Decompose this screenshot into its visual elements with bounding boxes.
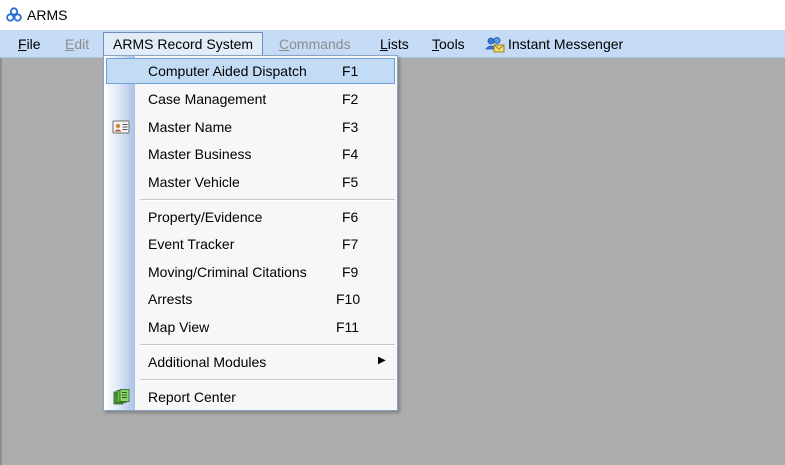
menu-edit[interactable]: Edit [56, 32, 98, 56]
menu-item-label: Case Management [148, 91, 267, 107]
menu-file-mnemonic: F [18, 36, 27, 52]
menu-item-computer-aided-dispatch[interactable]: Computer Aided Dispatch F1 [106, 58, 395, 84]
menu-separator [140, 199, 395, 201]
menu-item-label: Computer Aided Dispatch [148, 63, 307, 79]
menu-item-arrests[interactable]: Arrests F10 [106, 286, 395, 312]
title-bar: ARMS [0, 0, 785, 30]
menu-item-shortcut: F6 [342, 209, 359, 225]
menu-item-label: Master Name [148, 119, 233, 135]
menu-separator [140, 344, 395, 346]
menu-item-label: Master Business [148, 146, 252, 162]
menu-lists-label: ists [387, 36, 409, 52]
arms-record-system-dropdown: Computer Aided Dispatch F1 Case Manageme… [103, 55, 398, 411]
menu-item-case-management[interactable]: Case Management F2 [106, 86, 395, 112]
menu-item-shortcut: F9 [342, 264, 359, 280]
menu-item-label: Arrests [148, 291, 193, 307]
menu-lists[interactable]: Lists [371, 32, 418, 56]
menu-instant-messenger-label: Instant Messenger [508, 36, 624, 52]
messenger-icon [485, 37, 505, 53]
menu-item-additional-modules[interactable]: Additional Modules ▶ [106, 349, 395, 375]
menu-item-master-name[interactable]: Master Name F3 [106, 114, 395, 140]
menu-arms-record-system-label: ARMS Record System [113, 36, 254, 52]
menu-item-label: Report Center [148, 389, 236, 405]
menu-file[interactable]: File [9, 32, 50, 56]
menu-item-label: Additional Modules [148, 354, 267, 370]
menu-tools-mnemonic: T [432, 36, 439, 52]
id-card-icon [112, 120, 130, 134]
menu-item-master-vehicle[interactable]: Master Vehicle F5 [106, 169, 395, 195]
menu-bar: File Edit ARMS Record System Commands Li… [0, 30, 785, 58]
menu-tools-label: ools [439, 36, 465, 52]
window-title: ARMS [27, 7, 68, 23]
menu-item-report-center[interactable]: Report Center [106, 384, 395, 410]
menu-item-master-business[interactable]: Master Business F4 [106, 141, 395, 167]
menu-item-shortcut: F10 [336, 291, 361, 307]
menu-item-event-tracker[interactable]: Event Tracker F7 [106, 231, 395, 257]
menu-instant-messenger[interactable]: Instant Messenger [476, 32, 632, 56]
menu-item-shortcut: F2 [342, 91, 359, 107]
menu-item-map-view[interactable]: Map View F11 [106, 314, 395, 340]
menu-item-shortcut: F7 [342, 236, 359, 252]
menu-commands[interactable]: Commands [270, 32, 360, 56]
menu-item-shortcut: F11 [336, 319, 360, 335]
report-center-icon [113, 389, 130, 405]
menu-lists-mnemonic: L [380, 36, 388, 52]
menu-item-property-evidence[interactable]: Property/Evidence F6 [106, 204, 395, 230]
submenu-arrow-icon: ▶ [378, 355, 386, 366]
menu-commands-mnemonic: C [279, 36, 290, 52]
menu-item-shortcut: F3 [342, 119, 359, 135]
menu-item-moving-criminal-citations[interactable]: Moving/Criminal Citations F9 [106, 259, 395, 285]
menu-item-label: Map View [148, 319, 210, 335]
menu-arms-record-system[interactable]: ARMS Record System [103, 32, 264, 56]
menu-item-label: Event Tracker [148, 236, 235, 252]
menu-item-label: Moving/Criminal Citations [148, 264, 307, 280]
menu-item-label: Master Vehicle [148, 174, 240, 190]
arms-logo-icon [6, 7, 22, 22]
menu-separator [140, 379, 395, 381]
menu-item-shortcut: F4 [342, 146, 359, 162]
menu-edit-label: dit [74, 36, 90, 52]
menu-commands-label: ommands [289, 36, 351, 52]
menu-item-label: Property/Evidence [148, 209, 263, 225]
menu-item-shortcut: F1 [342, 63, 359, 79]
menu-edit-mnemonic: E [65, 36, 75, 52]
menu-file-label: ile [26, 36, 41, 52]
menu-item-shortcut: F5 [342, 174, 359, 190]
menu-tools[interactable]: Tools [423, 32, 474, 56]
